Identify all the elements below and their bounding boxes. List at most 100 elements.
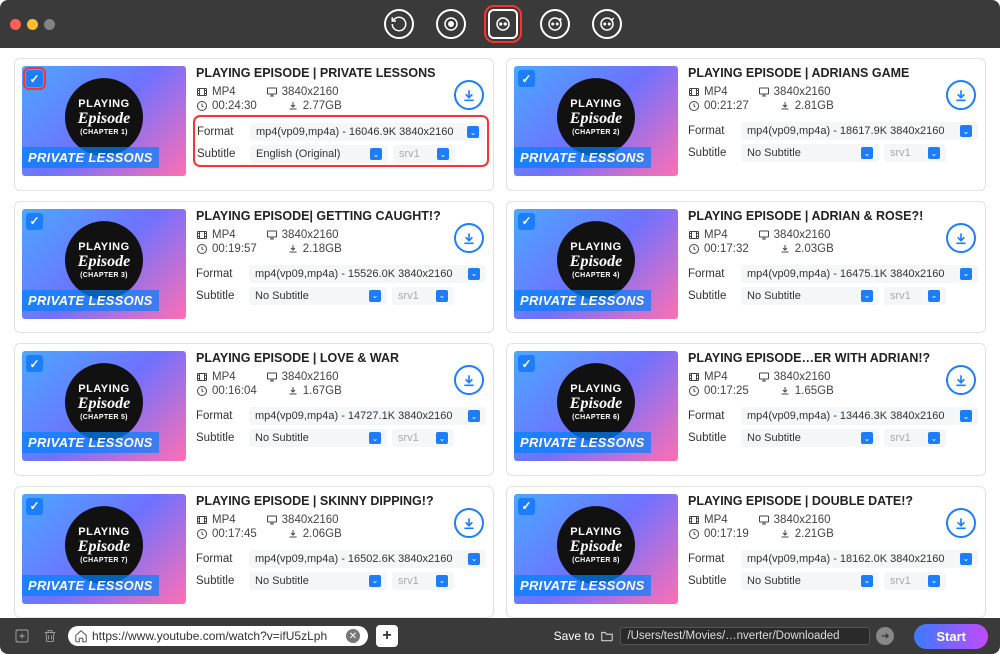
format-select[interactable]: mp4(vp09,mp4a) - 13446.3K 3840x2160⌄ [741, 407, 978, 425]
url-input[interactable]: https://www.youtube.com/watch?v=ifU5zLph… [68, 626, 368, 646]
select-checkbox[interactable]: ✓ [26, 213, 43, 230]
thumbnail[interactable]: ✓ PLAYINGEpisode(CHAPTER 6) PRIVATE LESS… [514, 351, 678, 461]
download-button[interactable] [946, 80, 976, 110]
filesize: 2.77GB [287, 100, 342, 112]
chevron-down-icon: ⌄ [436, 575, 448, 587]
select-checkbox[interactable]: ✓ [26, 70, 43, 87]
container-format: MP4 [688, 229, 728, 241]
refresh-icon[interactable] [384, 9, 414, 39]
select-checkbox[interactable]: ✓ [26, 498, 43, 515]
chevron-down-icon: ⌄ [960, 553, 972, 565]
folder-icon [600, 629, 614, 643]
download-button[interactable] [946, 365, 976, 395]
subtitle-select[interactable]: No Subtitle⌄ [741, 144, 879, 162]
subtitle-label: Subtitle [688, 290, 736, 302]
record-icon[interactable] [436, 9, 466, 39]
resolution: 3840x2160 [266, 514, 339, 526]
subtitle-label: Subtitle [688, 432, 736, 444]
thumbnail-badge: PLAYINGEpisode(CHAPTER 1) [65, 78, 143, 156]
delete-button[interactable] [40, 626, 60, 646]
add-task-button[interactable] [12, 626, 32, 646]
thumbnail[interactable]: ✓ PLAYINGEpisode(CHAPTER 5) PRIVATE LESS… [22, 351, 186, 461]
thumbnail[interactable]: ✓ PLAYINGEpisode(CHAPTER 2) PRIVATE LESS… [514, 66, 678, 176]
subtitle-select[interactable]: No Subtitle⌄ [249, 429, 387, 447]
video-card: ✓ PLAYINGEpisode(CHAPTER 5) PRIVATE LESS… [14, 343, 494, 476]
download-button[interactable] [454, 80, 484, 110]
chevron-down-icon: ⌄ [369, 432, 381, 444]
format-select[interactable]: mp4(vp09,mp4a) - 16475.1K 3840x2160⌄ [741, 265, 978, 283]
subtitle-select[interactable]: No Subtitle⌄ [741, 572, 879, 590]
video-title: PLAYING EPISODE | LOVE & WAR [196, 351, 486, 365]
format-label: Format [688, 125, 736, 137]
container-format: MP4 [196, 86, 236, 98]
duration: 00:19:57 [196, 243, 257, 255]
home-icon [74, 629, 88, 643]
download-button[interactable] [946, 508, 976, 538]
download-button[interactable] [454, 508, 484, 538]
chevron-down-icon: ⌄ [960, 125, 972, 137]
subtitle-server-select[interactable]: srv1⌄ [393, 145, 455, 163]
select-checkbox[interactable]: ✓ [26, 355, 43, 372]
thumbnail[interactable]: ✓ PLAYINGEpisode(CHAPTER 3) PRIVATE LESS… [22, 209, 186, 319]
chevron-down-icon: ⌄ [369, 290, 381, 302]
thumbnail[interactable]: ✓ PLAYINGEpisode(CHAPTER 8) PRIVATE LESS… [514, 494, 678, 604]
download-button[interactable] [454, 223, 484, 253]
chevron-down-icon: ⌄ [467, 126, 479, 138]
chevron-down-icon: ⌄ [928, 575, 940, 587]
video-title: PLAYING EPISODE | PRIVATE LESSONS [196, 66, 486, 80]
thumbnail[interactable]: ✓ PLAYINGEpisode(CHAPTER 7) PRIVATE LESS… [22, 494, 186, 604]
minimize-window-button[interactable] [27, 19, 38, 30]
chevron-down-icon: ⌄ [370, 148, 382, 160]
select-checkbox[interactable]: ✓ [518, 70, 535, 87]
duration: 00:17:45 [196, 528, 257, 540]
start-button[interactable]: Start [914, 624, 988, 649]
subtitle-select[interactable]: No Subtitle⌄ [741, 429, 879, 447]
filesize: 2.21GB [779, 528, 834, 540]
thumbnail[interactable]: ✓ PLAYINGEpisode(CHAPTER 4) PRIVATE LESS… [514, 209, 678, 319]
chevron-down-icon: ⌄ [861, 290, 873, 302]
playlist-check-icon[interactable] [592, 9, 622, 39]
select-checkbox[interactable]: ✓ [518, 498, 535, 515]
add-url-button[interactable]: + [376, 625, 398, 647]
subtitle-server-select[interactable]: srv1⌄ [884, 429, 946, 447]
clear-url-button[interactable]: ✕ [346, 629, 360, 643]
chevron-down-icon: ⌄ [468, 553, 480, 565]
video-card: ✓ PLAYINGEpisode(CHAPTER 1) PRIVATE LESS… [14, 58, 494, 191]
format-select[interactable]: mp4(vp09,mp4a) - 16046.9K 3840x2160⌄ [250, 123, 485, 141]
subtitle-select[interactable]: No Subtitle⌄ [741, 287, 879, 305]
format-select[interactable]: mp4(vp09,mp4a) - 18617.9K 3840x2160⌄ [741, 122, 978, 140]
select-checkbox[interactable]: ✓ [518, 355, 535, 372]
open-folder-button[interactable]: ➔ [876, 627, 894, 645]
chevron-down-icon: ⌄ [960, 268, 972, 280]
thumbnail-badge: PLAYINGEpisode(CHAPTER 5) [65, 363, 143, 441]
container-format: MP4 [688, 371, 728, 383]
format-select[interactable]: mp4(vp09,mp4a) - 14727.1K 3840x2160⌄ [249, 407, 486, 425]
download-list-icon[interactable] [488, 9, 518, 39]
container-format: MP4 [196, 514, 236, 526]
format-select[interactable]: mp4(vp09,mp4a) - 16502.6K 3840x2160⌄ [249, 550, 486, 568]
close-window-button[interactable] [10, 19, 21, 30]
select-checkbox[interactable]: ✓ [518, 213, 535, 230]
thumbnail[interactable]: ✓ PLAYINGEpisode(CHAPTER 1) PRIVATE LESS… [22, 66, 186, 176]
download-button[interactable] [454, 365, 484, 395]
format-label: Format [688, 553, 736, 565]
format-select[interactable]: mp4(vp09,mp4a) - 18162.0K 3840x2160⌄ [741, 550, 978, 568]
format-select[interactable]: mp4(vp09,mp4a) - 15526.0K 3840x2160⌄ [249, 265, 486, 283]
playlist-plus-icon[interactable] [540, 9, 570, 39]
subtitle-select[interactable]: No Subtitle⌄ [249, 287, 387, 305]
chevron-down-icon: ⌄ [928, 432, 940, 444]
subtitle-server-select[interactable]: srv1⌄ [392, 429, 454, 447]
subtitle-server-select[interactable]: srv1⌄ [884, 287, 946, 305]
subtitle-server-select[interactable]: srv1⌄ [392, 572, 454, 590]
subtitle-select[interactable]: No Subtitle⌄ [249, 572, 387, 590]
download-button[interactable] [946, 223, 976, 253]
duration: 00:16:04 [196, 385, 257, 397]
save-path[interactable]: /Users/test/Movies/…nverter/Downloaded [620, 627, 870, 645]
subtitle-server-select[interactable]: srv1⌄ [884, 572, 946, 590]
maximize-window-button[interactable] [44, 19, 55, 30]
thumbnail-badge: PLAYINGEpisode(CHAPTER 2) [557, 78, 635, 156]
subtitle-server-select[interactable]: srv1⌄ [392, 287, 454, 305]
subtitle-select[interactable]: English (Original)⌄ [250, 145, 388, 163]
subtitle-server-select[interactable]: srv1⌄ [884, 144, 946, 162]
video-card: ✓ PLAYINGEpisode(CHAPTER 4) PRIVATE LESS… [506, 201, 986, 334]
